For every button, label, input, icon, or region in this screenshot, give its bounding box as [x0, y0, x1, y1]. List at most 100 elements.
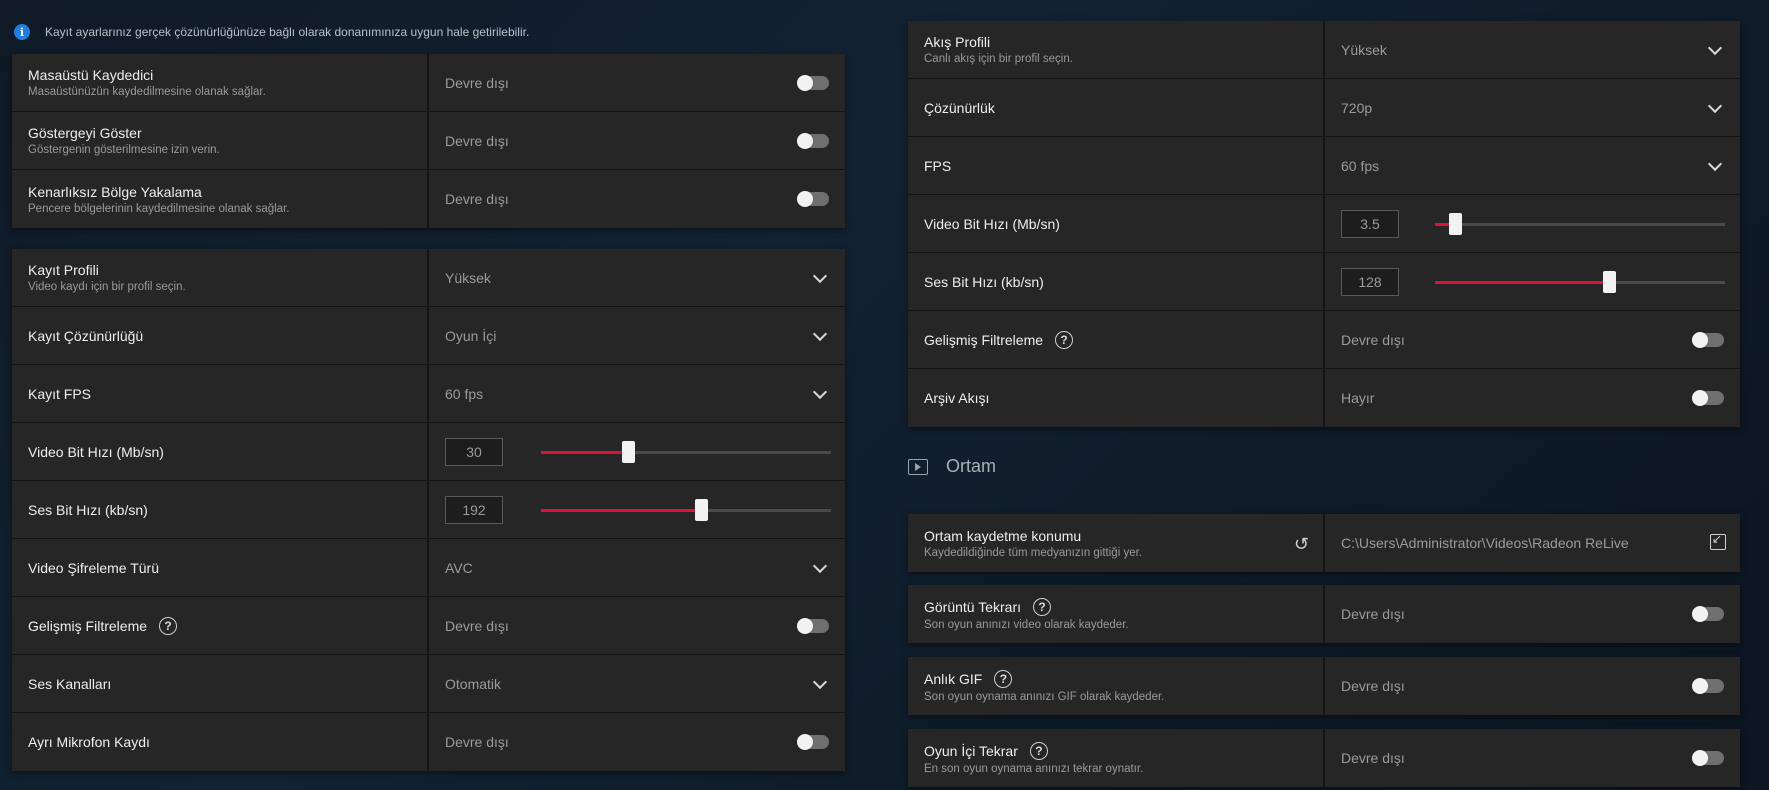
advanced-filtering-row[interactable]: Gelişmiş Filtreleme? Devre dışı — [12, 597, 845, 655]
stream-audio-bitrate-row: Ses Bit Hızı (kb/sn) 128 — [908, 253, 1740, 311]
setting-description: Kaydedildiğinde tüm medyanızın gittiği y… — [924, 546, 1142, 559]
setting-value: Devre dışı — [1341, 606, 1405, 622]
archive-stream-toggle[interactable] — [1692, 390, 1724, 406]
chevron-down-icon[interactable] — [812, 674, 828, 689]
setting-label: Gelişmiş Filtreleme — [28, 617, 148, 634]
chevron-down-icon[interactable] — [812, 326, 828, 341]
setting-label: Gelişmiş Filtreleme — [924, 331, 1044, 348]
media-location-row[interactable]: Ortam kaydetme konumu Kaydedildiğinde tü… — [908, 514, 1740, 572]
slider-thumb[interactable] — [1603, 270, 1616, 293]
setting-value: Devre dışı — [445, 191, 509, 207]
stream-profile-row[interactable]: Akış Profili Canlı akış için bir profil s… — [908, 21, 1740, 79]
video-codec-value: AVC — [445, 559, 473, 576]
stream-audio-bitrate-input[interactable]: 128 — [1341, 267, 1399, 296]
separate-mic-toggle[interactable] — [797, 734, 829, 750]
chevron-down-icon[interactable] — [812, 384, 828, 399]
stream-video-bitrate-slider[interactable] — [1435, 212, 1725, 235]
recording-resolution-row[interactable]: Kayıt Çözünürlüğü Oyun İçi — [12, 307, 845, 365]
question-circle-icon[interactable]: ? — [994, 669, 1013, 688]
slider-thumb[interactable] — [1449, 212, 1463, 235]
audio-bitrate-input[interactable]: 192 — [445, 495, 503, 524]
stream-video-bitrate-row: Video Bit Hızı (Mb/sn) 3.5 — [908, 195, 1740, 253]
undo-icon[interactable]: ↺ — [1294, 534, 1309, 555]
setting-label: Ses Kanalları — [28, 675, 112, 692]
show-indicator-toggle[interactable] — [797, 132, 829, 149]
setting-description: Pencere bölgelerinin kaydedilmesine olan… — [28, 202, 290, 215]
stream-video-bitrate-input[interactable]: 3.5 — [1341, 209, 1399, 238]
stream-fps-row[interactable]: FPS 60 fps — [908, 137, 1740, 195]
stream-advanced-filtering-row[interactable]: Gelişmiş Filtreleme? Devre dışı — [908, 311, 1740, 369]
folder-browse-icon[interactable] — [1710, 532, 1726, 550]
recording-resolution-value: Oyun İçi — [445, 327, 497, 344]
video-codec-row[interactable]: Video Şifreleme Türü AVC — [12, 539, 845, 597]
audio-channels-value: Otomatik — [445, 675, 502, 692]
recording-fps-row[interactable]: Kayıt FPS 60 fps — [12, 365, 845, 423]
instant-gif-row[interactable]: Anlık GIF? Son oyun oynama anınızı GIF ol… — [908, 657, 1740, 715]
chevron-down-icon[interactable] — [1707, 156, 1723, 171]
question-circle-icon[interactable]: ? — [1033, 597, 1052, 616]
setting-value: Devre dışı — [445, 74, 509, 91]
stream-fps-value: 60 fps — [1341, 157, 1380, 174]
chevron-down-icon[interactable] — [1707, 98, 1723, 113]
media-path: C:\Users\Administrator\Videos\Radeon ReL… — [1341, 535, 1629, 551]
setting-label: Görüntü Tekrarı — [924, 598, 1022, 615]
stream-profile-value: Yüksek — [1341, 41, 1387, 58]
archive-stream-row[interactable]: Arşiv Akışı Hayır — [908, 369, 1740, 427]
instant-gif-toggle[interactable] — [1692, 678, 1724, 694]
setting-label: Göstergeyi Göster — [28, 125, 142, 141]
media-section-header: Ortam — [908, 456, 996, 477]
stream-resolution-value: 720p — [1341, 99, 1373, 116]
borderless-region-row[interactable]: Kenarlıksız Bölge Yakalama Pencere bölgel… — [12, 170, 845, 228]
video-bitrate-input[interactable]: 30 — [445, 437, 503, 466]
section-title: Ortam — [946, 456, 997, 476]
setting-description: Canlı akış için bir profil seçin. — [924, 53, 1073, 65]
desktop-capture-group: Masaüstü Kaydedici Masaüstünüzün kaydedil… — [12, 54, 845, 228]
ingame-replay-toggle[interactable] — [1692, 750, 1724, 766]
stream-advanced-filtering-toggle[interactable] — [1692, 331, 1724, 348]
play-square-icon — [908, 458, 928, 475]
audio-channels-row[interactable]: Ses Kanalları Otomatik — [12, 655, 845, 713]
setting-label: Masaüstü Kaydedici — [28, 67, 154, 83]
recording-profile-group: Kayıt Profili Video kaydı için bir profil… — [12, 249, 845, 771]
setting-description: Video kaydı için bir profil seçin. — [28, 281, 186, 293]
desktop-recorder-toggle[interactable] — [797, 74, 829, 91]
slider-fill — [541, 450, 628, 454]
slider-thumb[interactable] — [694, 498, 708, 521]
stream-resolution-row[interactable]: Çözünürlük 720p — [908, 79, 1740, 137]
streaming-profile-group: Akış Profili Canlı akış için bir profil s… — [908, 21, 1740, 427]
advanced-filtering-toggle[interactable] — [797, 617, 829, 634]
instant-gif-group: Anlık GIF? Son oyun oynama anınızı GIF ol… — [908, 657, 1740, 715]
setting-value: Devre dışı — [445, 132, 509, 149]
audio-bitrate-slider[interactable] — [541, 498, 831, 521]
slider-fill — [1435, 280, 1609, 284]
setting-value: Hayır — [1341, 390, 1375, 406]
recording-profile-value: Yüksek — [445, 269, 491, 286]
setting-label: Oyun İçi Tekrar — [924, 742, 1018, 759]
stream-audio-bitrate-slider[interactable] — [1435, 270, 1725, 293]
setting-label: Kayıt Çözünürlüğü — [28, 327, 144, 344]
question-circle-icon[interactable]: ? — [1029, 741, 1048, 760]
desktop-recorder-row[interactable]: Masaüstü Kaydedici Masaüstünüzün kaydedil… — [12, 54, 845, 112]
setting-label: Ortam kaydetme konumu — [924, 527, 1082, 544]
setting-label: Ses Bit Hızı (kb/sn) — [924, 273, 1044, 290]
instant-replay-row[interactable]: Görüntü Tekrarı? Son oyun anınızı video o… — [908, 585, 1740, 643]
setting-value: Devre dışı — [445, 617, 509, 634]
setting-description: Masaüstünüzün kaydedilmesine olanak sağl… — [28, 86, 266, 98]
question-circle-icon[interactable]: ? — [159, 616, 178, 635]
separate-mic-row[interactable]: Ayrı Mikrofon Kaydı Devre dışı — [12, 713, 845, 771]
chevron-down-icon[interactable] — [812, 558, 828, 573]
instant-replay-toggle[interactable] — [1692, 606, 1724, 622]
question-circle-icon[interactable]: ? — [1055, 330, 1074, 349]
slider-thumb[interactable] — [622, 440, 635, 463]
setting-label: Video Şifreleme Türü — [28, 559, 159, 576]
ingame-replay-row[interactable]: Oyun İçi Tekrar? En son oyun oynama anını… — [908, 729, 1740, 787]
media-location-group: Ortam kaydetme konumu Kaydedildiğinde tü… — [908, 514, 1740, 572]
show-indicator-row[interactable]: Göstergeyi Göster Göstergenin gösterilmes… — [12, 112, 845, 170]
setting-description: Son oyun anınızı video olarak kaydeder. — [924, 618, 1129, 631]
recording-profile-row[interactable]: Kayıt Profili Video kaydı için bir profil… — [12, 249, 845, 307]
chevron-down-icon[interactable] — [1707, 40, 1723, 55]
chevron-down-icon[interactable] — [812, 268, 828, 283]
video-bitrate-slider[interactable] — [541, 440, 831, 463]
recording-fps-value: 60 fps — [445, 385, 484, 402]
borderless-region-toggle[interactable] — [797, 191, 829, 207]
